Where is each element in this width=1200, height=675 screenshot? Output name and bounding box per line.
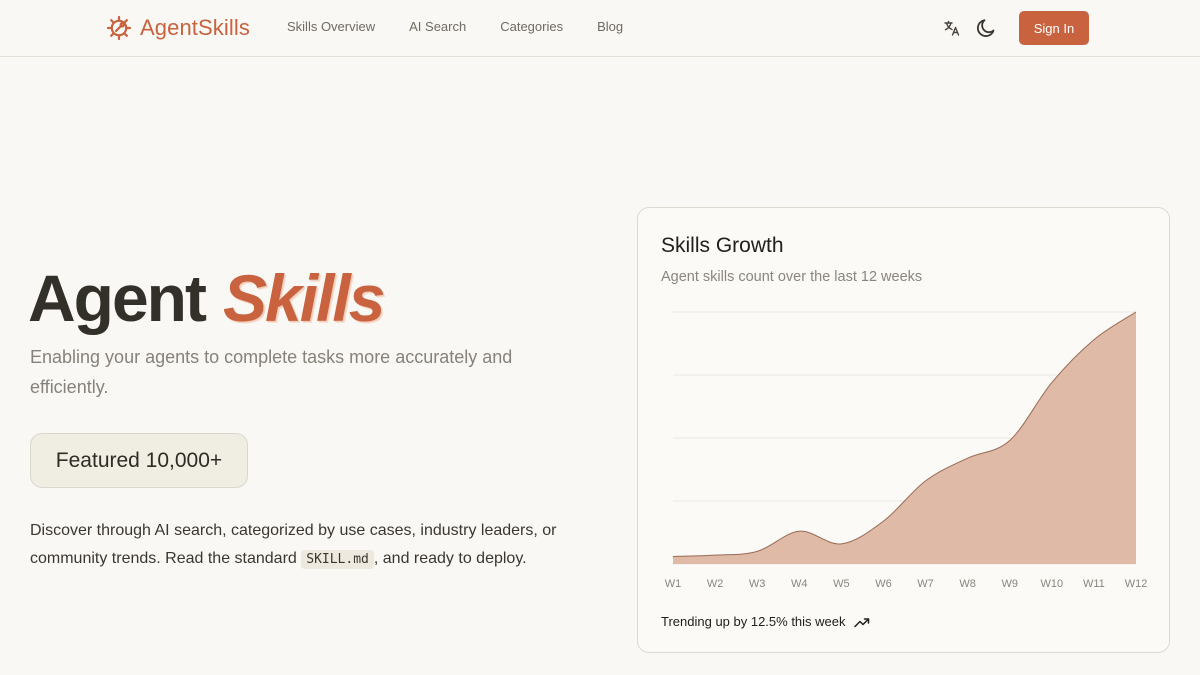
- hero-title-accent: Skills: [222, 261, 385, 335]
- translate-icon[interactable]: [943, 19, 961, 37]
- main-nav: Skills Overview AI Search Categories Blo…: [287, 19, 623, 34]
- nav-link-skills-overview[interactable]: Skills Overview: [287, 19, 375, 34]
- top-nav-bar: AgentSkills Skills Overview AI Search Ca…: [0, 0, 1200, 57]
- trending-up-icon: [853, 617, 869, 627]
- nav-link-blog[interactable]: Blog: [597, 19, 623, 34]
- x-tick-label: W9: [1001, 578, 1018, 590]
- trend-text: Trending up by 12.5% this week: [661, 614, 846, 629]
- description-text-end: , and ready to deploy.: [373, 549, 527, 567]
- trend-summary: Trending up by 12.5% this week: [661, 614, 870, 629]
- x-tick-label: W1: [665, 578, 682, 590]
- hero-subtitle: Enabling your agents to complete tasks m…: [30, 347, 513, 397]
- x-tick-label: W7: [917, 578, 934, 590]
- nav-link-ai-search[interactable]: AI Search: [409, 19, 466, 34]
- hero-description: Discover through AI search, categorized …: [30, 517, 570, 573]
- brand-name: AgentSkills: [140, 15, 250, 40]
- skills-growth-card: Skills Growth Agent skills count over th…: [637, 207, 1170, 653]
- nav-link-categories[interactable]: Categories: [500, 19, 563, 34]
- x-tick-label: W6: [875, 578, 892, 590]
- x-tick-label: W8: [959, 578, 976, 590]
- featured-count-badge: Featured 10,000+: [30, 433, 248, 488]
- skills-growth-chart: W1 W2 W3 W4 W5 W6 W7 W8 W9 W10 W11 W12: [665, 311, 1148, 590]
- skill-md-code: SKILL.md: [301, 549, 374, 569]
- x-tick-label: W5: [833, 578, 850, 590]
- gear-wrench-icon: [106, 15, 132, 41]
- x-tick-label: W12: [1125, 578, 1148, 590]
- x-tick-label: W10: [1041, 578, 1064, 590]
- x-tick-label: W3: [749, 578, 766, 590]
- hero-title: Agent Skills: [28, 258, 385, 338]
- x-tick-label: W4: [791, 578, 808, 590]
- sign-in-button[interactable]: Sign In: [1019, 11, 1089, 45]
- x-tick-label: W11: [1083, 578, 1105, 590]
- x-tick-label: W2: [707, 578, 724, 590]
- moon-icon[interactable]: [975, 17, 997, 39]
- brand-logo-link[interactable]: AgentSkills: [106, 14, 250, 42]
- hero-title-plain: Agent: [28, 261, 207, 335]
